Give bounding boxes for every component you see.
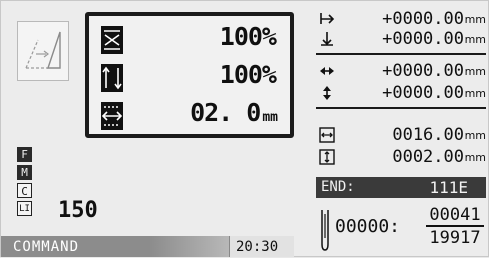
scale-panel[interactable]: 100% 100% 02. 0 mm bbox=[85, 12, 294, 138]
x-move-icon bbox=[320, 67, 334, 75]
command-label: COMMAND bbox=[13, 239, 80, 255]
x-offset-value: +0000.00 bbox=[382, 9, 464, 29]
design-tool-icon[interactable] bbox=[17, 21, 69, 81]
height-size-icon bbox=[319, 149, 335, 165]
width-unit: mm bbox=[262, 110, 278, 125]
y-offset-value: +0000.00 bbox=[382, 29, 464, 49]
triangle-slant-icon bbox=[25, 31, 61, 69]
clock-text: 20:30 bbox=[236, 239, 279, 255]
machine-screen: 100% 100% 02. 0 mm F M C LI 150 COMMAND … bbox=[0, 0, 489, 257]
offset-column: +0000.00 mm +0000.00 mm +0000.00 mm +000 bbox=[316, 1, 489, 258]
y-move-icon bbox=[323, 86, 331, 100]
status-f-indicator: F bbox=[17, 147, 32, 162]
count-value: 150 bbox=[58, 198, 98, 223]
status-m-indicator: M bbox=[17, 165, 32, 180]
height-size-unit: mm bbox=[464, 151, 486, 164]
needle-icon bbox=[321, 210, 329, 251]
x-offset-row[interactable]: +0000.00 mm bbox=[316, 9, 486, 29]
width-size-icon bbox=[319, 127, 335, 143]
stitch-counter[interactable]: 00000: 00041 19917 bbox=[316, 204, 486, 256]
horizontal-scale-icon bbox=[101, 26, 123, 54]
y-scale-row: 100% bbox=[101, 60, 286, 94]
width-icon bbox=[101, 102, 123, 130]
divider bbox=[316, 53, 486, 55]
command-bar[interactable]: COMMAND bbox=[1, 236, 229, 257]
width-size-unit: mm bbox=[464, 129, 486, 142]
y-move-value: +0000.00 bbox=[382, 83, 464, 103]
x-move-value: +0000.00 bbox=[382, 61, 464, 81]
end-value: 111E bbox=[429, 178, 468, 197]
stitch-prefix: 00000: bbox=[335, 216, 401, 237]
status-li-indicator: LI bbox=[17, 201, 32, 216]
y-move-unit: mm bbox=[464, 87, 486, 100]
x-scale-row: 100% bbox=[101, 22, 286, 56]
x-move-row[interactable]: +0000.00 mm bbox=[316, 61, 486, 81]
vertical-scale-icon bbox=[101, 64, 123, 92]
stitch-total: 19917 bbox=[429, 228, 481, 248]
y-offset-icon bbox=[321, 32, 333, 46]
x-scale-value: 100% bbox=[219, 22, 277, 51]
x-move-unit: mm bbox=[464, 65, 486, 78]
width-size-row[interactable]: 0016.00 mm bbox=[316, 125, 486, 145]
stitch-current: 00041 bbox=[426, 205, 484, 227]
y-move-row[interactable]: +0000.00 mm bbox=[316, 83, 486, 103]
divider bbox=[316, 107, 486, 109]
y-offset-row[interactable]: +0000.00 mm bbox=[316, 29, 486, 49]
width-row: 02. 0 mm bbox=[101, 98, 286, 132]
stitch-fraction: 00041 19917 bbox=[426, 205, 484, 249]
end-label: END: bbox=[321, 179, 355, 195]
y-offset-unit: mm bbox=[464, 33, 486, 46]
y-scale-value: 100% bbox=[219, 60, 277, 89]
width-size-value: 0016.00 bbox=[392, 125, 464, 145]
width-value: 02. 0 bbox=[190, 98, 261, 127]
height-size-row[interactable]: 0002.00 mm bbox=[316, 147, 486, 167]
clock-box: 20:30 bbox=[229, 236, 294, 257]
x-offset-unit: mm bbox=[464, 13, 486, 26]
height-size-value: 0002.00 bbox=[392, 147, 464, 167]
x-offset-icon bbox=[320, 13, 335, 24]
status-c-indicator: C bbox=[17, 183, 32, 198]
end-bar: END: 111E bbox=[316, 177, 486, 198]
